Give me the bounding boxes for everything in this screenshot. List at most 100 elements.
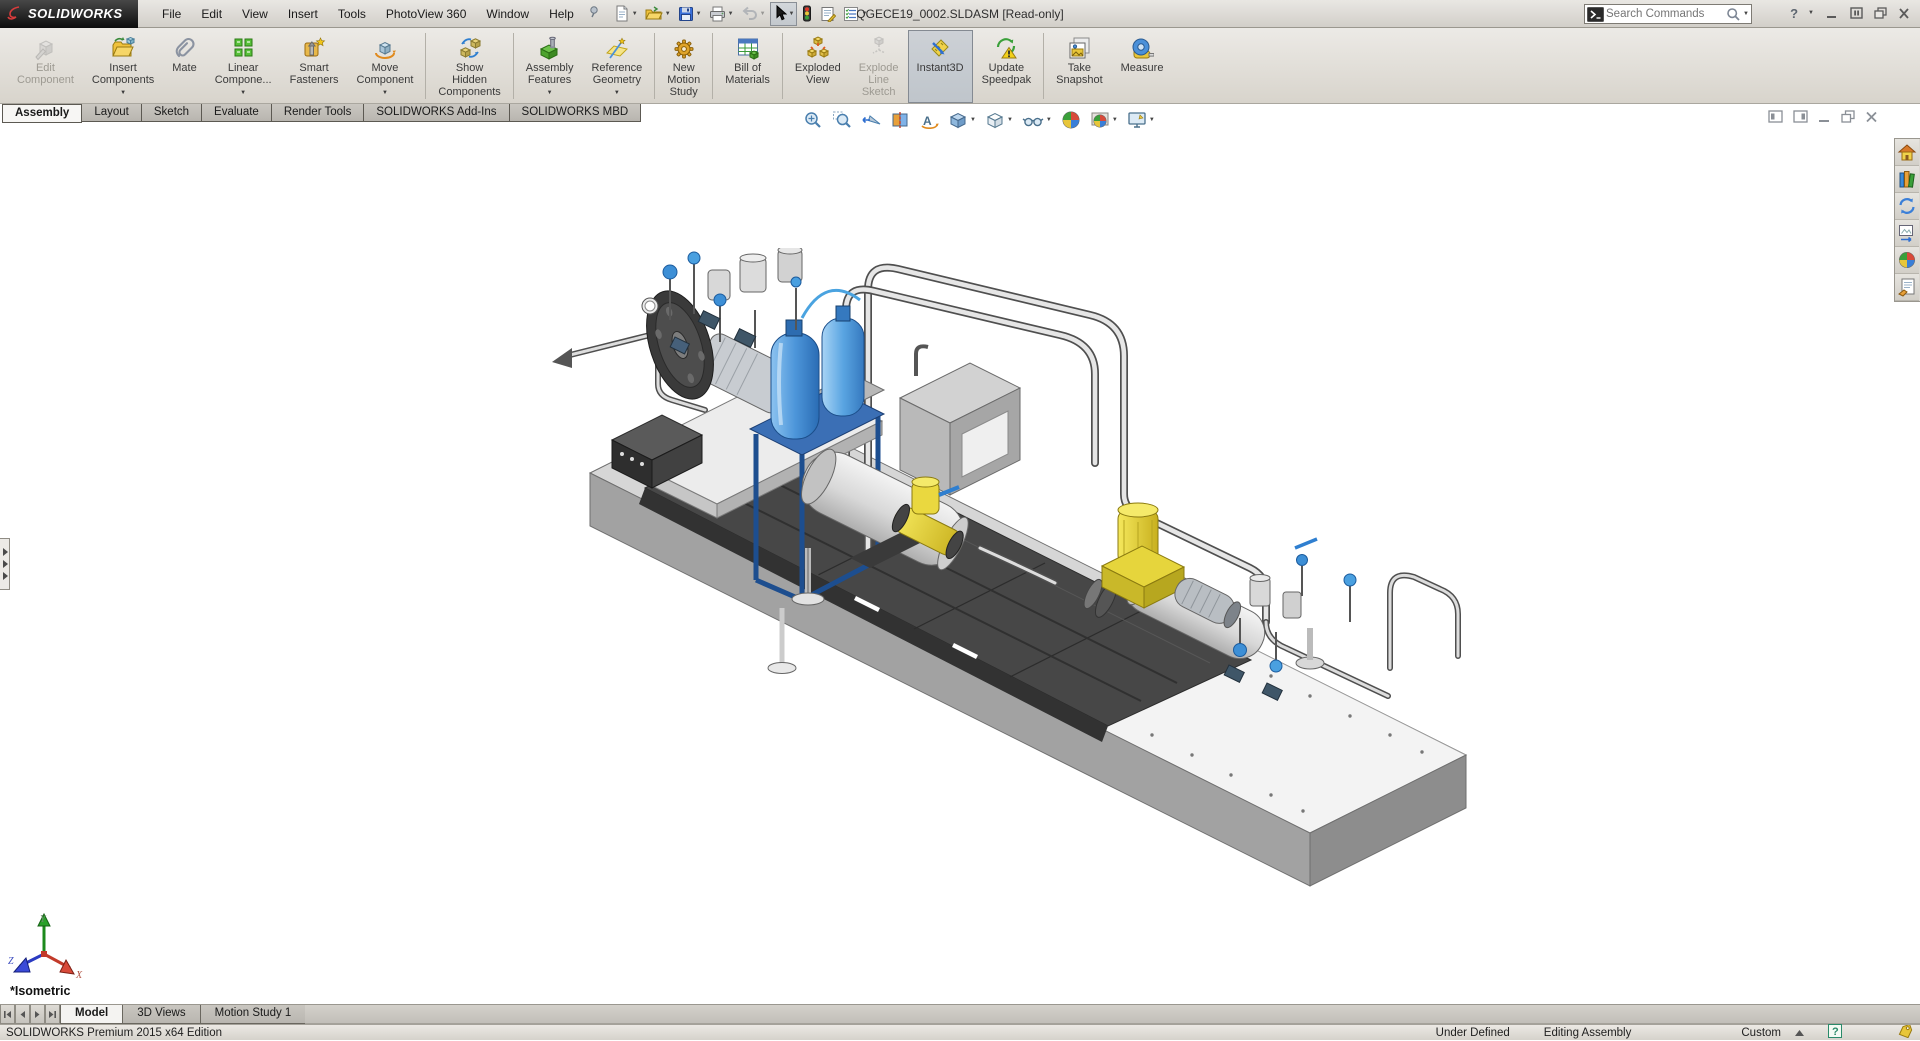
ribbon-button-exploded-view[interactable]: Exploded View (786, 30, 850, 103)
tab-sketch[interactable]: Sketch (140, 104, 203, 122)
viewport-pane-right-button[interactable] (1793, 110, 1808, 128)
ribbon-button-bill-of-materials[interactable]: Bill of Materials (716, 30, 779, 103)
tab-assembly[interactable]: Assembly (2, 104, 83, 123)
tab-motion-study-1[interactable]: Motion Study 1 (199, 1005, 307, 1024)
first-tab-button[interactable] (0, 1005, 15, 1024)
ribbon-button-mate[interactable]: Mate (163, 30, 205, 103)
close-button[interactable] (1892, 2, 1916, 24)
custom-properties-tab[interactable] (1895, 274, 1919, 301)
tab-layout[interactable]: Layout (81, 104, 142, 122)
chevron-down-icon[interactable]: ▼ (1808, 10, 1814, 16)
ribbon-button-assembly-features[interactable]: Assembly Features ▼ (517, 30, 583, 103)
chevron-down-icon[interactable]: ▼ (1149, 117, 1155, 123)
chevron-down-icon[interactable]: ▼ (970, 117, 976, 123)
chevron-down-icon[interactable]: ▼ (789, 11, 795, 17)
chevron-down-icon[interactable]: ▼ (614, 87, 620, 99)
chevron-down-icon[interactable]: ▼ (1112, 117, 1118, 123)
ribbon-button-smart-fasteners[interactable]: Smart Fasteners (281, 30, 348, 103)
search-commands-box[interactable]: ▼ (1584, 4, 1752, 24)
ribbon-button-explode-line-sketch[interactable]: Explode Line Sketch (850, 30, 908, 103)
design-library-tab[interactable] (1895, 166, 1919, 193)
tab-3d-views[interactable]: 3D Views (122, 1005, 201, 1024)
ribbon-button-new-motion-study[interactable]: New Motion Study (658, 30, 709, 103)
edit-appearance-button[interactable] (1058, 108, 1084, 132)
minimize-button[interactable] (1820, 2, 1844, 24)
display-style-button[interactable]: ▼ (982, 108, 1016, 132)
chevron-down-icon[interactable]: ▼ (696, 11, 702, 17)
last-tab-button[interactable] (45, 1005, 60, 1024)
chevron-down-icon[interactable]: ▼ (665, 11, 671, 17)
collapsed-feature-manager-tab[interactable] (0, 538, 10, 590)
tab-scroll-track[interactable] (305, 1005, 1920, 1024)
chevron-down-icon[interactable]: ▼ (547, 87, 553, 99)
print-button[interactable]: ▼ (706, 2, 737, 26)
tab-model[interactable]: Model (60, 1005, 124, 1024)
next-tab-button[interactable] (30, 1005, 45, 1024)
search-icon[interactable] (1726, 7, 1741, 22)
chevron-down-icon[interactable]: ▼ (632, 11, 638, 17)
ribbon-button-take-snapshot[interactable]: Take Snapshot (1047, 30, 1111, 103)
tab-solidworks-mbd[interactable]: SOLIDWORKS MBD (508, 104, 642, 122)
save-button[interactable]: ▼ (675, 2, 705, 26)
ribbon-button-reference-geometry[interactable]: Reference Geometry ▼ (582, 30, 651, 103)
zoom-to-area-button[interactable] (829, 108, 855, 132)
chevron-down-icon[interactable]: ▼ (728, 11, 734, 17)
chevron-down-icon[interactable]: ▼ (382, 87, 388, 99)
chevron-down-icon[interactable]: ▼ (1007, 117, 1013, 123)
solidworks-resources-tab[interactable] (1895, 139, 1919, 166)
view-orientation-button[interactable]: ▼ (945, 108, 979, 132)
apply-scene-button[interactable]: ▼ (1087, 108, 1121, 132)
configuration-selector[interactable]: Custom (1741, 1027, 1804, 1039)
chevron-down-icon[interactable]: ▼ (1743, 11, 1749, 17)
ribbon-button-linear-component-pattern[interactable]: Linear Compone... ▼ (206, 30, 281, 103)
tag-button[interactable] (1898, 1023, 1914, 1041)
ribbon-button-update-speedpak[interactable]: Update Speedpak (973, 30, 1041, 103)
hide-show-items-button[interactable]: ▼ (1019, 108, 1055, 132)
chevron-down-icon[interactable]: ▼ (760, 11, 766, 17)
ribbon-button-move-component[interactable]: Move Component ▼ (348, 30, 423, 103)
ribbon-button-insert-components[interactable]: Insert Components ▼ (83, 30, 163, 103)
rebuild-button[interactable] (798, 2, 816, 26)
undo-button[interactable]: ▼ (738, 2, 769, 26)
viewport-pane-left-button[interactable] (1768, 110, 1783, 128)
doc-close-button[interactable] (1865, 110, 1878, 128)
pin-menu-icon[interactable] (588, 5, 601, 23)
select-tool-button[interactable]: ▼ (769, 1, 798, 26)
chevron-down-icon[interactable]: ▼ (1046, 117, 1052, 123)
file-explorer-tab[interactable] (1895, 193, 1919, 220)
assembly-model-3d[interactable] (550, 248, 1500, 908)
zoom-to-fit-button[interactable] (800, 108, 826, 132)
menu-tools[interactable]: Tools (328, 0, 376, 28)
doc-restore-button[interactable] (1841, 110, 1855, 128)
view-settings-button[interactable]: ▼ (1124, 108, 1158, 132)
ribbon-button-edit-component[interactable]: Edit Component (8, 30, 83, 103)
help-button[interactable]: ? (1782, 2, 1806, 24)
previous-view-button[interactable] (858, 108, 884, 132)
3d-drawing-view-button[interactable]: A (916, 108, 942, 132)
menu-edit[interactable]: Edit (191, 0, 232, 28)
menu-photoview360[interactable]: PhotoView 360 (376, 0, 477, 28)
tab-evaluate[interactable]: Evaluate (201, 104, 272, 122)
ribbon-button-instant3d[interactable]: Instant3D (907, 30, 973, 103)
new-document-button[interactable]: ▼ (611, 2, 641, 26)
appearances-scenes-tab[interactable] (1895, 247, 1919, 274)
ribbon-button-show-hidden-components[interactable]: Show Hidden Components (429, 30, 509, 103)
chevron-down-icon[interactable]: ▼ (240, 87, 246, 99)
menu-insert[interactable]: Insert (278, 0, 328, 28)
tab-solidworks-add-ins[interactable]: SOLIDWORKS Add-Ins (363, 104, 510, 122)
menu-window[interactable]: Window (476, 0, 539, 28)
chevron-down-icon[interactable]: ▼ (120, 87, 126, 99)
quick-tips-button[interactable]: ? (1828, 1024, 1842, 1041)
section-view-button[interactable] (887, 108, 913, 132)
previous-tab-button[interactable] (15, 1005, 30, 1024)
search-input[interactable] (1604, 7, 1727, 21)
menu-file[interactable]: File (152, 0, 191, 28)
file-properties-button[interactable] (817, 2, 839, 26)
maximize-button[interactable] (1844, 2, 1868, 24)
open-button[interactable]: ▼ (642, 2, 674, 26)
view-palette-tab[interactable] (1895, 220, 1919, 247)
tab-render-tools[interactable]: Render Tools (270, 104, 365, 122)
restore-button[interactable] (1868, 2, 1892, 24)
doc-minimize-button[interactable] (1818, 110, 1831, 128)
menu-view[interactable]: View (232, 0, 278, 28)
